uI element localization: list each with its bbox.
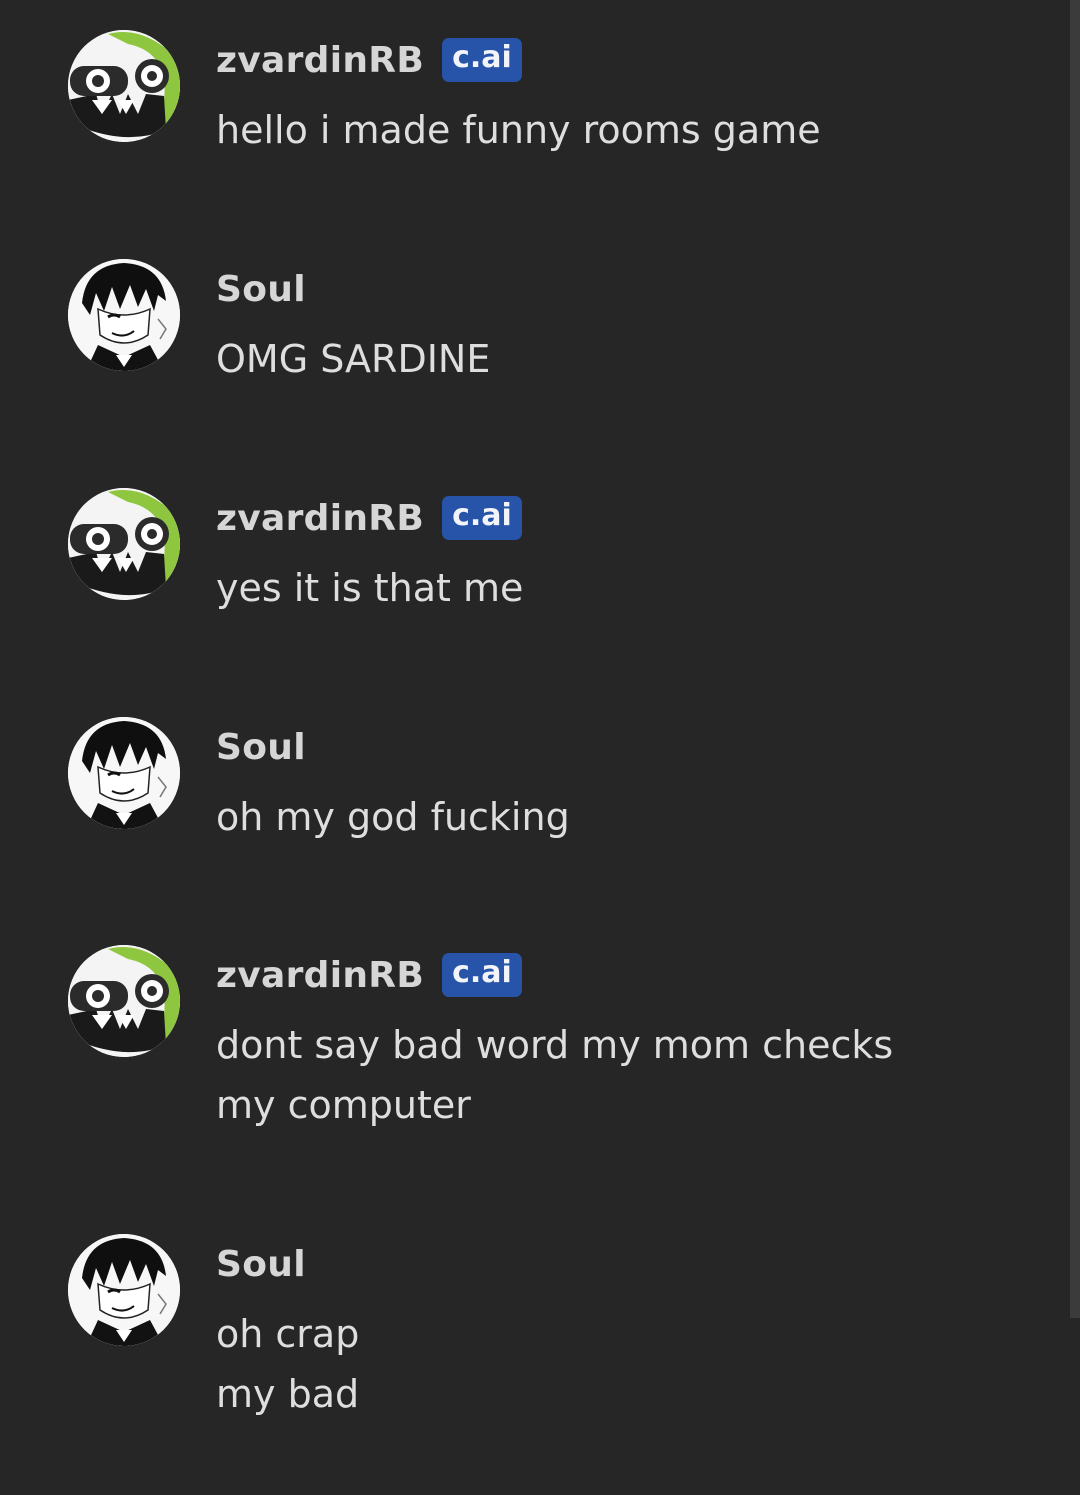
soul-avatar[interactable] xyxy=(68,717,180,829)
zvardin-avatar[interactable] xyxy=(68,30,180,142)
message-line: my computer xyxy=(216,1083,471,1127)
message-line: yes it is that me xyxy=(216,566,524,610)
chat-view: zvardinRB c.ai hello i made funny rooms … xyxy=(0,0,1080,1495)
message-line: OMG SARDINE xyxy=(216,337,491,381)
message-line: dont say bad word my mom checks xyxy=(216,1023,894,1067)
author-name[interactable]: Soul xyxy=(216,727,306,768)
author-name[interactable]: zvardinRB xyxy=(216,498,424,539)
message-text: dont say bad word my mom checks my compu… xyxy=(216,1015,996,1135)
soul-avatar[interactable] xyxy=(68,259,180,371)
author-name[interactable]: Soul xyxy=(216,1244,306,1285)
cai-badge: c.ai xyxy=(442,38,522,82)
cai-badge: c.ai xyxy=(442,953,522,997)
author-name[interactable]: zvardinRB xyxy=(216,955,424,996)
message-text: yes it is that me xyxy=(216,558,996,618)
message-text: oh crap my bad xyxy=(216,1304,996,1424)
cai-badge: c.ai xyxy=(442,496,522,540)
message-line: oh my god fucking xyxy=(216,795,570,839)
scrollbar[interactable] xyxy=(1070,0,1080,1318)
author-name[interactable]: zvardinRB xyxy=(216,40,424,81)
message-text: hello i made funny rooms game xyxy=(216,100,996,160)
message-line: oh crap xyxy=(216,1312,360,1356)
message-line: hello i made funny rooms game xyxy=(216,108,821,152)
message-line: my bad xyxy=(216,1372,360,1416)
soul-avatar[interactable] xyxy=(68,1234,180,1346)
zvardin-avatar[interactable] xyxy=(68,488,180,600)
zvardin-avatar[interactable] xyxy=(68,945,180,1057)
author-name[interactable]: Soul xyxy=(216,269,306,310)
message-text: OMG SARDINE xyxy=(216,329,996,389)
message-text: oh my god fucking xyxy=(216,787,996,847)
